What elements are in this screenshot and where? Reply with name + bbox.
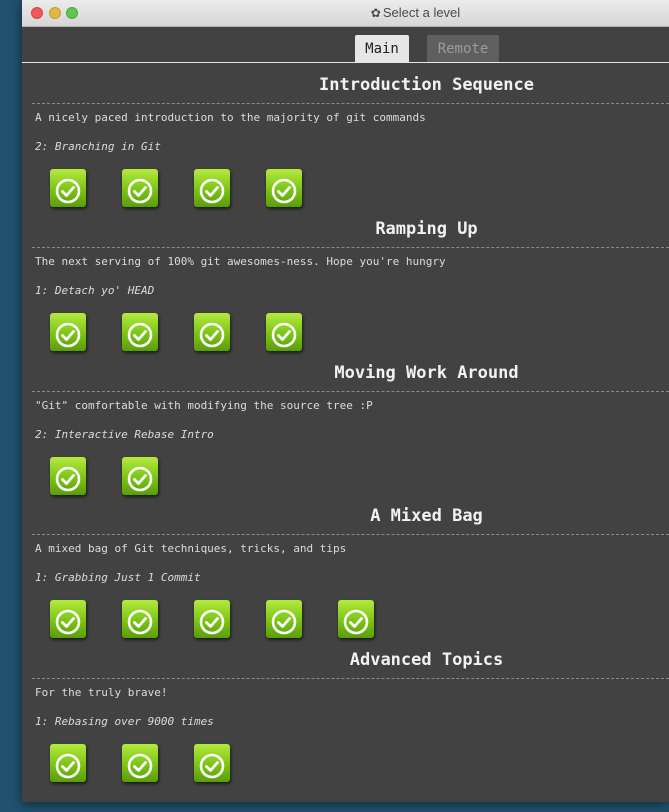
tab-underline (22, 62, 669, 63)
checkmark-icon (343, 609, 369, 635)
level-button[interactable] (266, 600, 302, 638)
checkmark-icon (199, 178, 225, 204)
checkmark-icon (271, 178, 297, 204)
window-title-text: Select a level (382, 5, 461, 20)
section-description: "Git" comfortable with modifying the sou… (35, 399, 373, 412)
section-ramping-up: Ramping Up The next serving of 100% git a… (22, 219, 669, 359)
section-a-mixed-bag: A Mixed Bag A mixed bag of Git techniques… (22, 506, 669, 646)
checkmark-icon (55, 609, 81, 635)
checkmark-icon (199, 609, 225, 635)
section-moving-work-around: Moving Work Around "Git" comfortable with… (22, 363, 669, 503)
checkmark-icon (199, 322, 225, 348)
level-select-window: ✿ Select a level Main Remote Introduction… (22, 0, 669, 802)
section-divider (32, 103, 669, 104)
section-description: The next serving of 100% git awesomes-ne… (35, 255, 446, 268)
level-button[interactable] (50, 457, 86, 495)
checkmark-icon (271, 322, 297, 348)
checkmark-icon (55, 322, 81, 348)
section-divider (32, 534, 669, 535)
section-current-level: 1: Grabbing Just 1 Commit (35, 571, 201, 584)
level-button[interactable] (122, 600, 158, 638)
level-button[interactable] (194, 313, 230, 351)
section-divider (32, 247, 669, 248)
section-divider (32, 391, 669, 392)
level-button[interactable] (194, 744, 230, 782)
section-current-level: 1: Detach yo' HEAD (35, 284, 155, 297)
level-button[interactable] (122, 313, 158, 351)
gear-icon: ✿ (370, 6, 381, 20)
level-button[interactable] (50, 313, 86, 351)
section-current-level: 2: Interactive Rebase Intro (35, 428, 214, 441)
section-divider (32, 678, 669, 679)
section-description: For the truly brave! (35, 686, 168, 699)
section-current-level: 1: Rebasing over 9000 times (35, 715, 214, 728)
section-title: Moving Work Around (334, 363, 519, 383)
section-introduction-sequence: Introduction Sequence A nicely paced intr… (22, 75, 669, 215)
level-button[interactable] (194, 169, 230, 207)
section-title: A Mixed Bag (370, 506, 483, 526)
checkmark-icon (127, 178, 153, 204)
level-button[interactable] (122, 744, 158, 782)
level-button[interactable] (122, 169, 158, 207)
checkmark-icon (127, 753, 153, 779)
level-button[interactable] (266, 169, 302, 207)
level-button[interactable] (122, 457, 158, 495)
checkmark-icon (55, 753, 81, 779)
section-title: Introduction Sequence (319, 75, 534, 95)
window-title: ✿ Select a level (22, 5, 669, 20)
level-button[interactable] (50, 744, 86, 782)
section-advanced-topics: Advanced Topics For the truly brave! 1: Re… (22, 650, 669, 790)
level-button[interactable] (50, 600, 86, 638)
checkmark-icon (55, 466, 81, 492)
checkmark-icon (55, 178, 81, 204)
level-button[interactable] (266, 313, 302, 351)
title-bar: ✿ Select a level (22, 0, 669, 27)
tab-remote[interactable]: Remote (427, 35, 499, 62)
level-button[interactable] (50, 169, 86, 207)
checkmark-icon (127, 609, 153, 635)
level-button[interactable] (338, 600, 374, 638)
section-title: Ramping Up (375, 219, 478, 239)
checkmark-icon (127, 466, 153, 492)
section-title: Advanced Topics (349, 650, 504, 670)
section-description: A mixed bag of Git techniques, tricks, a… (35, 542, 347, 555)
level-button[interactable] (194, 600, 230, 638)
section-current-level: 2: Branching in Git (35, 140, 161, 153)
tab-main[interactable]: Main (355, 35, 409, 62)
section-description: A nicely paced introduction to the major… (35, 111, 426, 124)
checkmark-icon (127, 322, 153, 348)
checkmark-icon (199, 753, 225, 779)
checkmark-icon (271, 609, 297, 635)
